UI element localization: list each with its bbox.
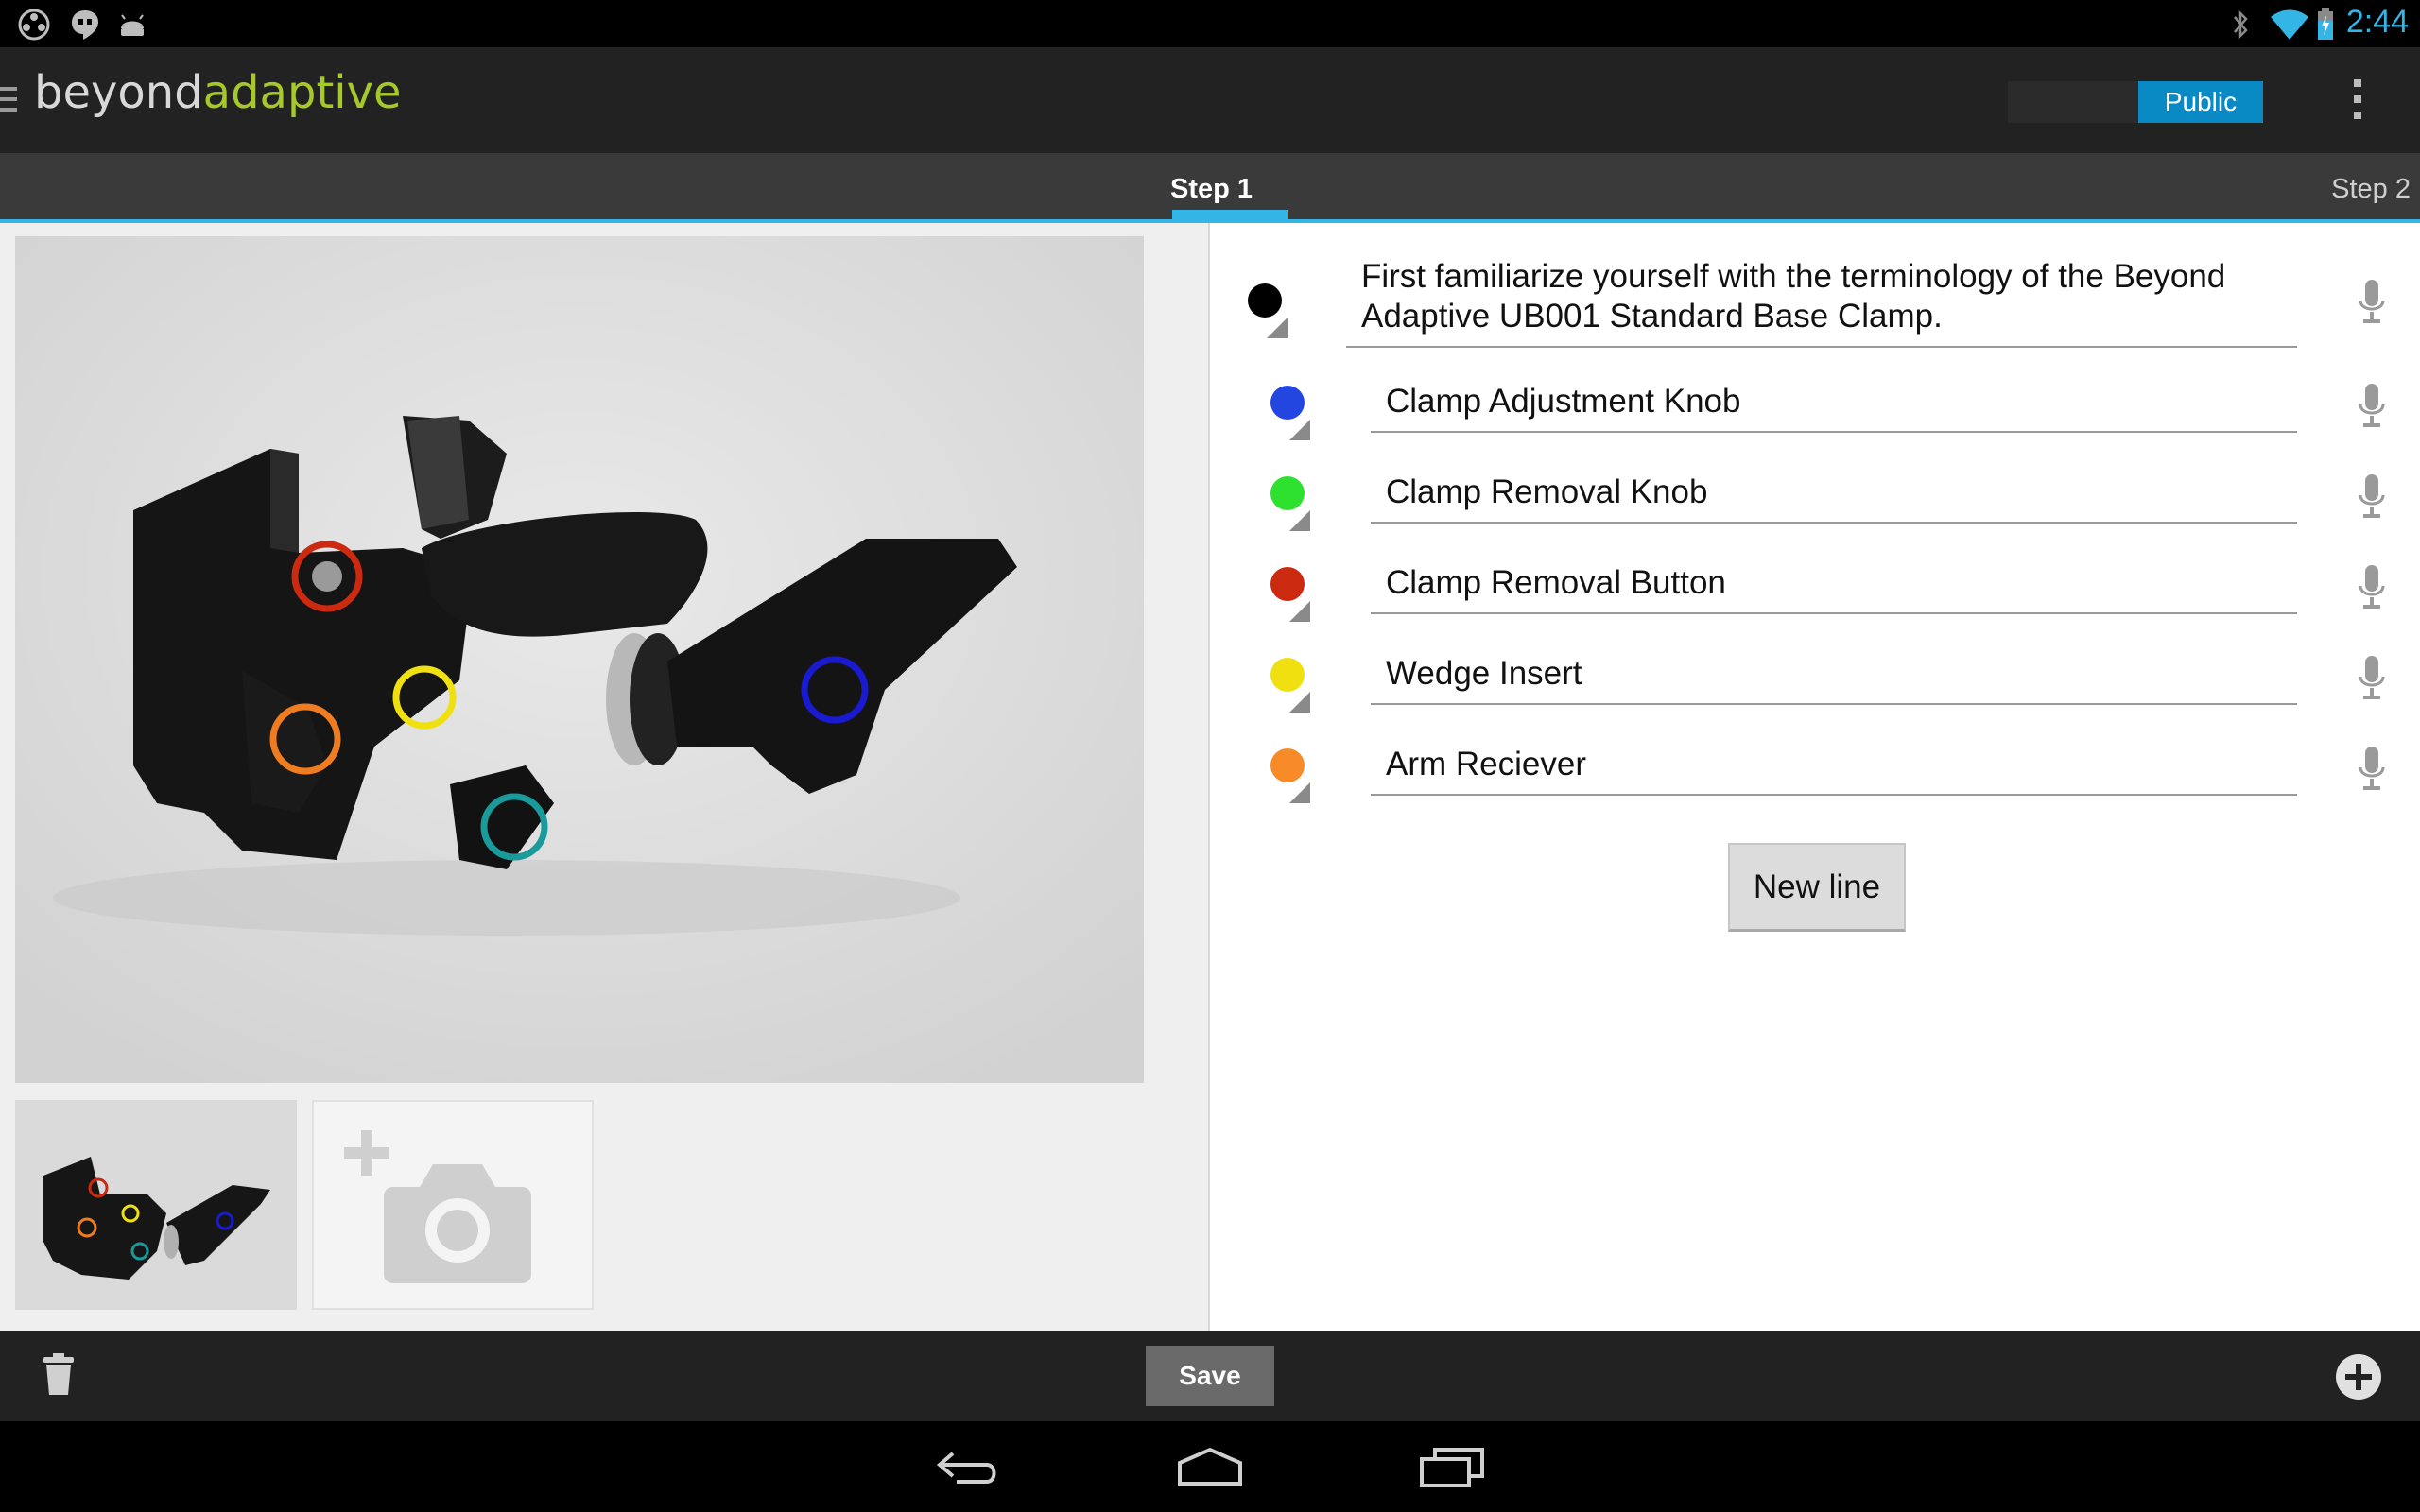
line-color-dot[interactable] [1270, 748, 1305, 782]
logo-part-2: adaptive [202, 66, 402, 119]
line-label-field[interactable]: Wedge Insert [1371, 646, 2297, 705]
visibility-public-segment[interactable]: Public [2138, 81, 2263, 123]
visibility-toggle[interactable]: Public [2008, 81, 2263, 123]
back-icon[interactable] [936, 1446, 1002, 1487]
status-clock: 2:44 [2345, 4, 2409, 40]
hangouts-icon [72, 10, 98, 40]
bluetooth-icon [2234, 9, 2248, 40]
color-picker-corner[interactable] [1267, 318, 1288, 338]
microphone-icon[interactable] [2358, 565, 2386, 610]
film-reel-icon [18, 9, 50, 41]
color-picker-corner[interactable] [1289, 420, 1310, 440]
wifi-icon [2271, 9, 2308, 40]
recent-apps-icon[interactable] [1418, 1446, 1486, 1487]
add-photo-button[interactable] [312, 1100, 594, 1310]
color-picker-corner[interactable] [1289, 692, 1310, 713]
color-picker-corner[interactable] [1289, 510, 1310, 531]
step-editor: First familiarize yourself with the term… [1208, 223, 2420, 1331]
main-photo[interactable] [15, 236, 1144, 1083]
app-root: 2:44 beyondadaptive Public Step 1 Step 2 [0, 0, 2420, 1512]
photo-thumbnail[interactable] [15, 1100, 297, 1310]
system-nav-bar [0, 1421, 2420, 1512]
line-label-field[interactable]: Clamp Removal Knob [1371, 465, 2297, 524]
bottom-action-bar: Save [0, 1331, 2420, 1421]
android-icon [121, 14, 144, 36]
microphone-icon[interactable] [2358, 384, 2386, 429]
active-tab-indicator [1172, 210, 1288, 219]
microphone-icon[interactable] [2358, 747, 2386, 792]
line-label-field[interactable]: Clamp Adjustment Knob [1371, 374, 2297, 433]
overflow-menu-icon[interactable] [2350, 79, 2365, 121]
description-color-dot[interactable] [1248, 284, 1282, 318]
logo-part-1: beyond [34, 66, 203, 119]
microphone-icon[interactable] [2358, 280, 2386, 325]
microphone-icon[interactable] [2358, 656, 2386, 701]
visibility-private-segment[interactable] [2008, 81, 2138, 123]
line-label-field[interactable]: Arm Reciever [1371, 737, 2297, 796]
drawer-menu-icon[interactable] [0, 87, 17, 115]
color-picker-corner[interactable] [1289, 782, 1310, 803]
description-text[interactable]: First familiarize yourself with the term… [1361, 257, 2288, 336]
status-bar: 2:44 [0, 0, 2420, 47]
clamp-photo [15, 236, 1144, 1083]
line-label-field[interactable]: Clamp Removal Button [1371, 556, 2297, 614]
trash-icon[interactable] [42, 1351, 76, 1397]
line-label-text[interactable]: Wedge Insert [1386, 654, 1582, 694]
line-label-text[interactable]: Arm Reciever [1386, 745, 1586, 784]
home-icon[interactable] [1176, 1446, 1244, 1487]
line-label-text[interactable]: Clamp Removal Knob [1386, 472, 1707, 512]
line-label-text[interactable]: Clamp Removal Button [1386, 563, 1726, 603]
tab-step-2[interactable]: Step 2 [2331, 174, 2411, 205]
line-color-dot[interactable] [1270, 476, 1305, 510]
battery-charging-icon [2318, 8, 2333, 40]
thumbnail-image [15, 1100, 297, 1310]
color-picker-corner[interactable] [1289, 601, 1310, 622]
step-tabs: Step 1 Step 2 [0, 153, 2420, 223]
add-camera-icon [344, 1130, 531, 1283]
description-field[interactable]: First familiarize yourself with the term… [1346, 257, 2297, 348]
line-color-dot[interactable] [1270, 386, 1305, 420]
line-color-dot[interactable] [1270, 658, 1305, 692]
app-logo: beyondadaptive [34, 66, 402, 119]
photo-pane [0, 223, 1208, 1331]
line-color-dot[interactable] [1270, 567, 1305, 601]
tab-step-1[interactable]: Step 1 [1170, 174, 1253, 205]
save-button[interactable]: Save [1146, 1346, 1274, 1406]
add-step-icon[interactable] [2335, 1353, 2382, 1400]
line-label-text[interactable]: Clamp Adjustment Knob [1386, 382, 1740, 421]
microphone-icon[interactable] [2358, 474, 2386, 520]
new-line-button[interactable]: New line [1728, 843, 1906, 932]
